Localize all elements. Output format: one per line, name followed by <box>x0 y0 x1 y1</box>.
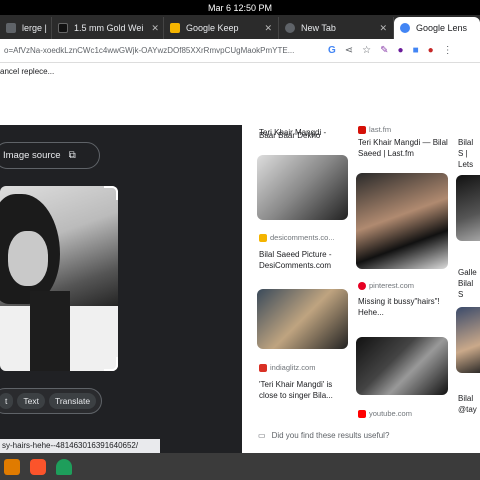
site-favicon <box>358 125 366 134</box>
tab-label: 1.5 mm Gold Wei <box>74 23 144 33</box>
extension-icon[interactable]: ● <box>398 45 404 56</box>
lens-mode-bar: t Text Translate <box>0 388 102 414</box>
search-mode-button[interactable]: t <box>0 393 14 409</box>
result-caption[interactable]: Baar Baar Dekho <box>259 130 344 141</box>
status-url: sy-hairs-hehe--481463016391640652/ <box>0 439 160 453</box>
menu-icon[interactable]: ⋮ <box>443 45 453 56</box>
result-source[interactable]: pinterest.com <box>358 281 414 290</box>
tab-2[interactable]: 1.5 mm Gold Wei ✕ <box>52 17 164 39</box>
content-top <box>0 79 480 125</box>
feedback-icon: ▭ <box>258 431 266 440</box>
source-label: indiaglitz.com <box>270 363 316 372</box>
result-title[interactable]: Teri Khair Mangdi — Bilal Saeed | Last.f… <box>358 137 450 159</box>
tab-favicon <box>6 23 16 33</box>
image-source-label: Image source <box>3 150 61 161</box>
feedback-text: Did you find these results useful? <box>271 431 390 440</box>
photo-face <box>8 231 48 286</box>
address-bar: o=AfVzNa-xoedkLznCWc1c4wwGWjk-OAYwzDOf85… <box>0 39 480 63</box>
taskbar <box>0 453 480 480</box>
extension-2-icon[interactable]: ■ <box>413 45 419 56</box>
url-input[interactable]: o=AfVzNa-xoedkLznCWc1c4wwGWjk-OAYwzDOf85… <box>4 46 324 55</box>
brave-icon[interactable] <box>30 458 46 475</box>
google-icon <box>400 23 410 33</box>
profile-icon[interactable]: ● <box>428 45 434 56</box>
share-icon[interactable]: ⋖ <box>345 45 353 56</box>
pen-icon[interactable]: ✎ <box>380 45 388 56</box>
image-source-button[interactable]: Image source ⧉ <box>0 142 100 169</box>
app-icon[interactable] <box>4 458 20 475</box>
result-source[interactable]: desicomments.co... <box>259 233 335 242</box>
source-label: youtube.com <box>369 409 412 418</box>
crop-handle-top-right[interactable] <box>104 186 118 200</box>
source-label: pinterest.com <box>369 281 415 290</box>
results-pane: Teri Khair Mangdi - Baar Baar Dekho desi… <box>242 125 480 453</box>
star-icon[interactable]: ☆ <box>362 45 371 56</box>
open-external-icon: ⧉ <box>68 150 76 161</box>
result-title[interactable]: Galle Bilal S <box>458 267 480 300</box>
youtube-icon <box>358 409 366 418</box>
bookmark-bar: ancel replece... <box>0 63 480 79</box>
result-image[interactable] <box>257 155 348 220</box>
close-icon[interactable]: ✕ <box>151 23 159 34</box>
close-icon[interactable]: ✕ <box>379 23 387 34</box>
result-source[interactable]: youtube.com <box>358 409 412 418</box>
site-favicon <box>259 363 267 372</box>
tab-google-keep[interactable]: Google Keep ✕ <box>164 17 279 39</box>
translate-mode-button[interactable]: Translate <box>48 393 97 409</box>
tab-favicon <box>58 23 68 33</box>
site-favicon <box>259 233 267 242</box>
feedback-prompt[interactable]: ▭ Did you find these results useful? <box>258 431 389 440</box>
result-title[interactable]: Missing it bussy"hairs"! Hehe... <box>358 296 450 318</box>
tab-label: Google Keep <box>186 23 239 33</box>
tab-google-lens[interactable]: Google Lens <box>394 17 480 39</box>
result-title[interactable]: Bilal @tay <box>458 393 480 415</box>
pinterest-icon <box>358 281 366 290</box>
result-image[interactable] <box>257 289 348 349</box>
result-image[interactable] <box>456 175 480 241</box>
result-title[interactable]: 'Teri Khair Mangdi' is close to singer B… <box>259 379 349 401</box>
app-2-icon[interactable] <box>56 458 72 475</box>
close-icon[interactable]: ✕ <box>264 23 272 34</box>
datetime: Mar 6 12:50 PM <box>207 2 273 13</box>
system-top-bar: Mar 6 12:50 PM <box>0 0 480 15</box>
result-image[interactable] <box>456 307 480 373</box>
result-source[interactable]: last.fm <box>358 125 391 134</box>
tab-1[interactable]: lerge | ✕ <box>0 17 52 39</box>
tab-strip: lerge | ✕ 1.5 mm Gold Wei ✕ Google Keep … <box>0 15 480 39</box>
result-image[interactable] <box>356 173 448 269</box>
crop-handle-bottom-right[interactable] <box>104 357 118 371</box>
result-source[interactable]: indiaglitz.com <box>259 363 315 372</box>
tab-label: lerge | <box>22 23 47 33</box>
source-label: desicomments.co... <box>270 233 335 242</box>
chrome-icon <box>285 23 295 33</box>
result-title[interactable]: Bilal Saeed Picture - DesiComments.com <box>259 249 349 271</box>
tab-label: Google Lens <box>416 23 468 33</box>
keep-icon <box>170 23 180 33</box>
photo-vest <box>30 291 70 371</box>
bookmark-item[interactable]: ancel replece... <box>0 67 54 76</box>
result-image[interactable] <box>356 337 448 395</box>
google-icon[interactable]: G <box>328 45 336 56</box>
tab-label: New Tab <box>301 23 336 33</box>
search-image[interactable] <box>0 186 118 371</box>
text-mode-button[interactable]: Text <box>17 393 45 409</box>
tab-new-tab[interactable]: New Tab ✕ <box>279 17 394 39</box>
source-label: last.fm <box>369 125 392 134</box>
result-title[interactable]: Bilal S | Lets <box>458 137 480 170</box>
